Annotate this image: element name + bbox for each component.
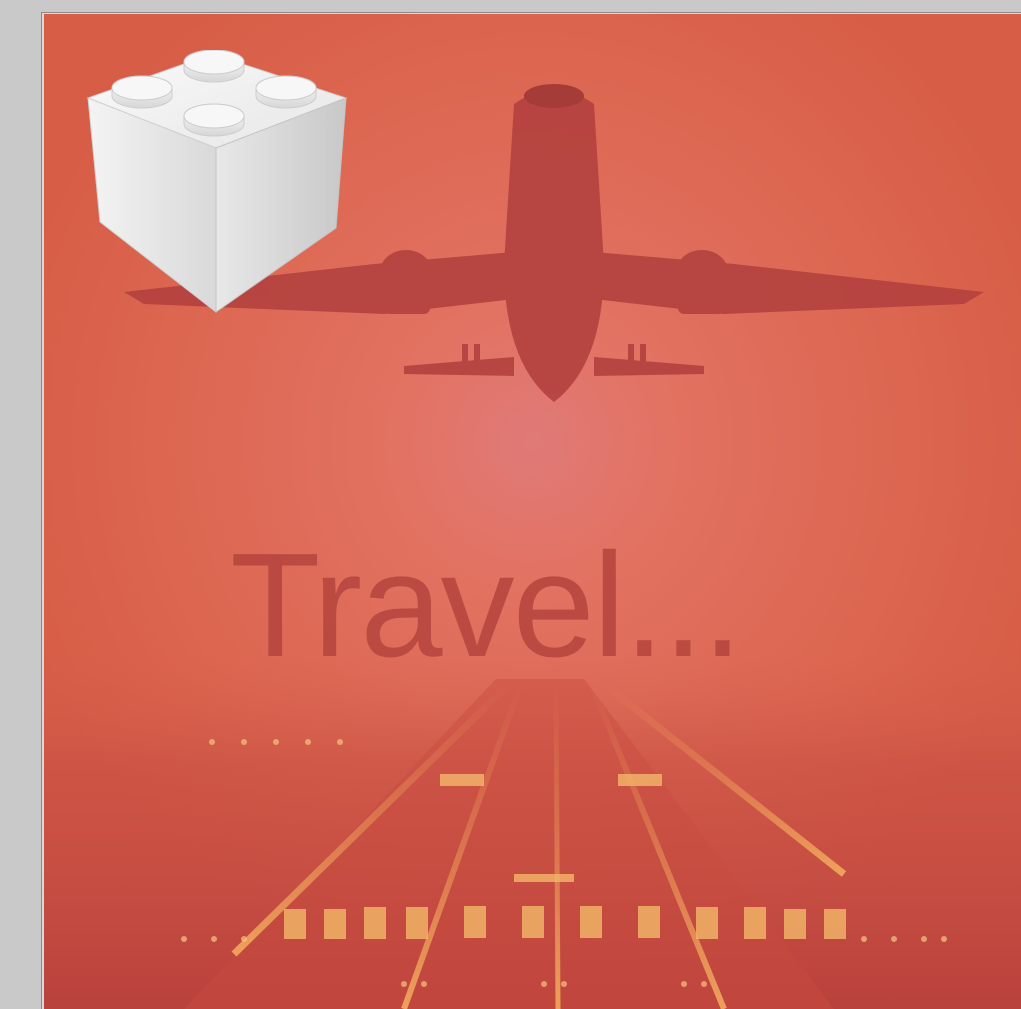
plugin-bundle-icon	[86, 50, 348, 314]
poster-title: Travel...	[230, 523, 743, 688]
